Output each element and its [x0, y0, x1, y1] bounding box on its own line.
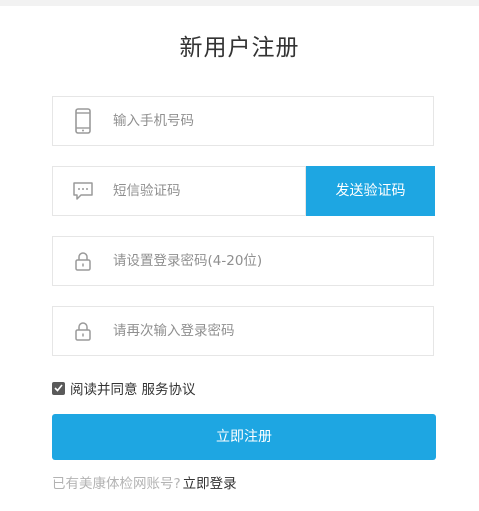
sms-code-field[interactable]: 短信验证码	[52, 166, 306, 216]
existing-account-text: 已有美康体检网账号?	[52, 476, 181, 492]
agree-checkbox[interactable]	[52, 381, 65, 395]
page-title: 新用户注册	[179, 35, 300, 61]
check-icon	[54, 384, 63, 392]
agreement-row: 阅读并同意 服务协议	[52, 378, 196, 398]
confirm-password-field[interactable]: 请再次输入登录密码	[52, 306, 434, 356]
login-prompt: 已有美康体检网账号? 立即登录	[52, 472, 237, 492]
phone-field[interactable]: 输入手机号码	[52, 96, 434, 146]
phone-placeholder: 输入手机号码	[113, 113, 194, 129]
message-icon	[71, 179, 95, 203]
password-field[interactable]: 请设置登录密码(4-20位)	[52, 236, 434, 286]
password-placeholder: 请设置登录密码(4-20位)	[113, 253, 263, 269]
login-link[interactable]: 立即登录	[183, 476, 237, 492]
lock-icon	[71, 249, 95, 273]
top-bar	[0, 0, 479, 6]
lock-icon	[71, 319, 95, 343]
agree-text: 阅读并同意	[70, 382, 138, 398]
send-code-button[interactable]: 发送验证码	[306, 166, 435, 216]
sms-code-placeholder: 短信验证码	[113, 183, 181, 199]
register-button[interactable]: 立即注册	[52, 414, 436, 460]
terms-link[interactable]: 服务协议	[142, 378, 196, 398]
confirm-password-placeholder: 请再次输入登录密码	[113, 323, 235, 339]
phone-icon	[71, 108, 95, 134]
